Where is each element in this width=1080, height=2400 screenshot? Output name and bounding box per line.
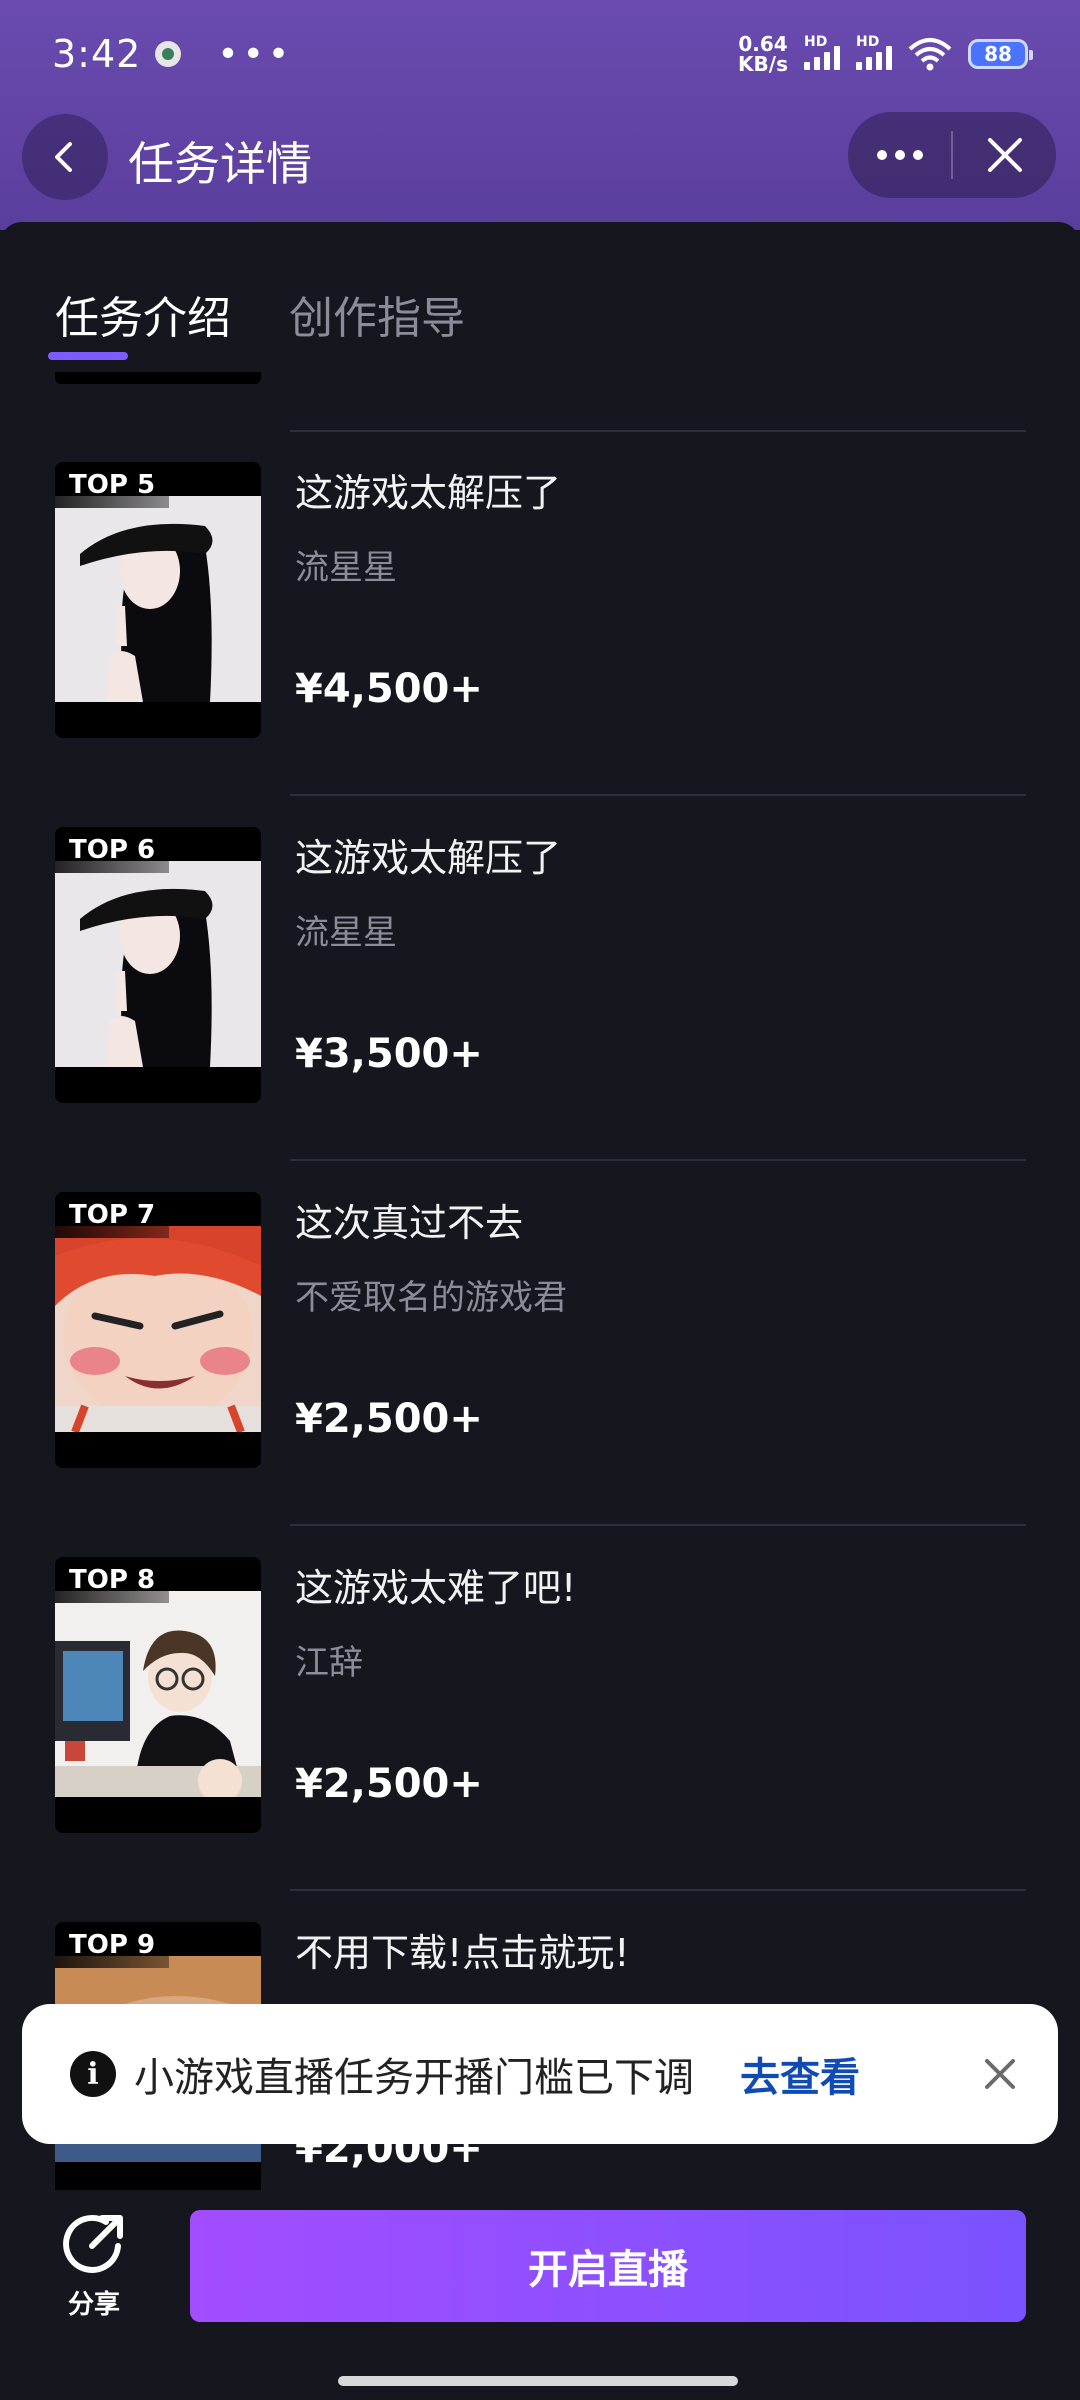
home-indicator	[338, 2376, 738, 2386]
close-icon	[987, 138, 1022, 172]
video-thumbnail: TOP 8	[55, 1557, 261, 1833]
item-author: 流星星	[295, 913, 397, 953]
notice-toast: i 小游戏直播任务开播门槛已下调 去查看	[22, 2004, 1058, 2144]
divider	[290, 1524, 1026, 1526]
item-title: 这次真过不去	[295, 1201, 524, 1245]
item-price: ¥2,500+	[295, 1761, 483, 1807]
divider	[290, 430, 1026, 432]
hd-label: HD	[804, 34, 828, 50]
status-indicators: 0.64 KB/s HD HD 88	[738, 34, 1033, 74]
wifi-icon	[908, 38, 952, 71]
battery-level: 88	[984, 42, 1012, 66]
item-author: 流星星	[295, 548, 397, 588]
divider	[290, 794, 1026, 796]
rank-badge: TOP 9	[55, 1922, 170, 1968]
more-dots-icon	[876, 150, 923, 160]
item-author: 江辞	[295, 1643, 363, 1683]
status-more-icon: •••	[217, 33, 294, 75]
list-item[interactable]: TOP 6 这游戏太解压了 流星星 ¥3,500+	[0, 827, 1080, 1107]
rank-badge: TOP 8	[55, 1557, 170, 1603]
share-icon	[63, 2215, 123, 2273]
rank-badge: TOP 6	[55, 827, 170, 873]
thumbnail-partial	[55, 372, 261, 384]
share-label: 分享	[67, 2290, 120, 2320]
video-thumbnail: TOP 7	[55, 1192, 261, 1468]
net-speed-value: 0.64	[738, 32, 788, 56]
list-item[interactable]: TOP 8 这游戏太难了吧! 江辞 ¥2,500+	[0, 1557, 1080, 1837]
list-item[interactable]: TOP 5 这游戏太解压了 流星星 ¥4,500+	[0, 462, 1080, 742]
page-title: 任务详情	[128, 137, 312, 191]
toast-close-button[interactable]	[980, 2054, 1020, 2094]
signal-icon-2: HD	[856, 34, 892, 70]
hd-label-2: HD	[856, 34, 880, 50]
title-bar: 任务详情	[0, 108, 1080, 228]
tab-creation-guide[interactable]: 创作指导	[289, 282, 465, 346]
item-price: ¥3,500+	[295, 1031, 483, 1077]
close-button[interactable]	[953, 112, 1056, 198]
thumbnail-image	[55, 496, 261, 702]
status-time: 3:42	[52, 32, 142, 76]
thumbnail-image	[55, 861, 261, 1067]
notification-icon	[155, 41, 182, 67]
video-thumbnail: TOP 5	[55, 462, 261, 738]
item-title: 这游戏太解压了	[295, 836, 562, 880]
video-thumbnail: TOP 6	[55, 827, 261, 1103]
item-author: 不爱取名的游戏君	[295, 1278, 567, 1318]
tab-bar: 任务介绍 创作指导	[55, 282, 465, 346]
network-speed: 0.64 KB/s	[738, 34, 788, 74]
back-arrow-icon	[55, 142, 72, 172]
item-title: 这游戏太难了吧!	[295, 1566, 577, 1610]
toast-text: 小游戏直播任务开播门槛已下调	[134, 2055, 694, 2101]
bottom-action-bar: 分享 开启直播	[0, 2190, 1080, 2400]
rank-badge: TOP 7	[55, 1192, 170, 1238]
toast-view-link[interactable]: 去查看	[740, 2045, 860, 2103]
screen: 3:42 ••• 0.64 KB/s HD HD 88 任务详情 任务介绍 创作…	[0, 0, 1080, 2400]
signal-icon: HD	[804, 34, 840, 70]
more-button[interactable]	[848, 112, 951, 198]
tab-indicator	[48, 352, 128, 360]
item-price: ¥2,500+	[295, 1396, 483, 1442]
net-speed-unit: KB/s	[738, 52, 788, 76]
rank-badge: TOP 5	[55, 462, 170, 508]
battery-icon: 88	[968, 39, 1033, 69]
status-bar: 3:42 ••• 0.64 KB/s HD HD 88	[0, 0, 1080, 108]
thumbnail-image	[55, 1226, 261, 1432]
item-title: 这游戏太解压了	[295, 471, 562, 515]
list-item[interactable]: TOP 7 这次真过不去 不爱取名的游戏君 ¥2,500+	[0, 1192, 1080, 1472]
tab-task-intro[interactable]: 任务介绍	[55, 282, 231, 346]
mini-program-capsule	[848, 112, 1056, 198]
share-button[interactable]: 分享	[58, 2212, 130, 2321]
start-live-button[interactable]: 开启直播	[190, 2210, 1026, 2322]
item-price: ¥4,500+	[295, 666, 483, 712]
thumbnail-image	[55, 1591, 261, 1797]
item-title: 不用下载!点击就玩!	[295, 1931, 630, 1975]
info-icon: i	[70, 2051, 116, 2097]
divider	[290, 1159, 1026, 1161]
divider	[290, 1889, 1026, 1891]
close-icon	[985, 2059, 1015, 2089]
back-button[interactable]	[22, 114, 108, 200]
